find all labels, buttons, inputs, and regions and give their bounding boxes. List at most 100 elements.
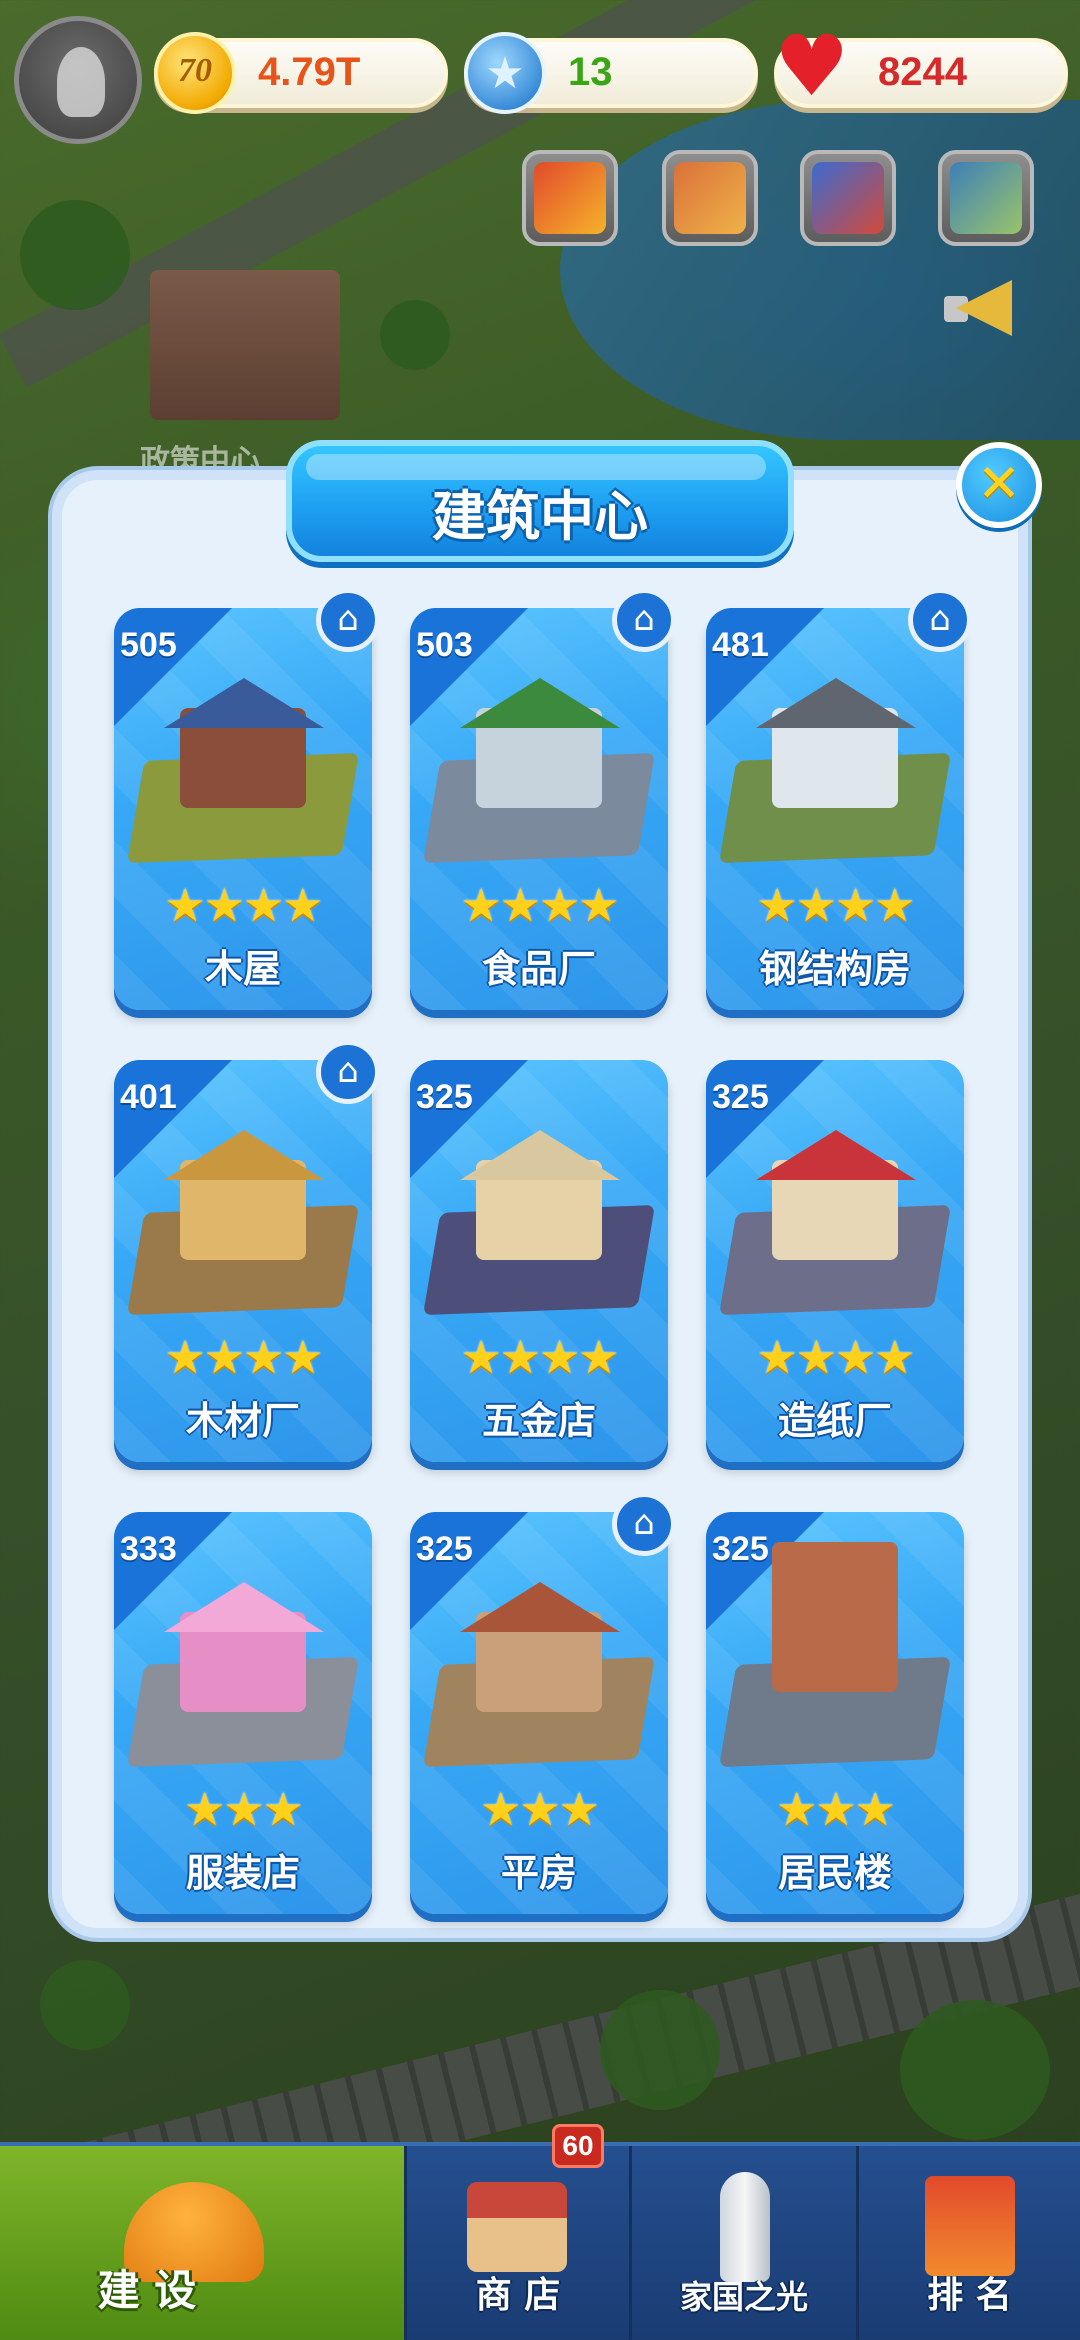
megaphone-button[interactable] [936, 258, 1036, 358]
handshake-icon [674, 162, 746, 234]
coin-counter: 70 4.79T [154, 32, 448, 114]
art-roof [164, 1582, 324, 1632]
star-rating: ★★★★ [164, 878, 324, 932]
megaphone-horn [956, 280, 1012, 336]
building-level: 481 [712, 626, 769, 664]
map-tree [40, 1960, 130, 2050]
art-roof [460, 678, 620, 728]
tab-national-glory[interactable]: 家国之光 [632, 2146, 856, 2340]
building-card-lumber-mill[interactable]: 401 ⌂ ★★★★ 木材厂 [114, 1040, 380, 1462]
star-rating: ★★★★ [756, 878, 916, 932]
tab-build-label: 建 设 [97, 2266, 197, 2315]
building-card-wooden-house[interactable]: 505 ⌂ ★★★★ 木屋 [114, 588, 380, 1010]
building-card-hardware-store[interactable]: 325 ★★★★ 五金店 [410, 1060, 668, 1462]
star-rating: ★★★ [480, 1782, 600, 1836]
tab-build[interactable]: 建 设 [0, 2146, 404, 2340]
coin-icon: 70 [154, 32, 236, 114]
star-rating: ★★★★ [756, 1330, 916, 1384]
building-card-apartment[interactable]: 325 ★★★ 居民楼 [706, 1512, 964, 1914]
player-avatar[interactable] [14, 16, 142, 144]
art-roof [756, 1130, 916, 1180]
building-name: 木材厂 [185, 1399, 300, 1443]
map-tree [600, 1990, 720, 2110]
building-level: 401 [120, 1078, 177, 1116]
building-name: 木屋 [204, 947, 281, 991]
steel-house-image [716, 678, 954, 863]
bridge-event-button[interactable] [800, 150, 896, 246]
star-gem-icon: ★ [464, 32, 546, 114]
art-roof [164, 1130, 324, 1180]
heart-value: 8244 [878, 50, 967, 94]
tab-national-glory-label: 家国之光 [679, 2278, 808, 2316]
paper-mill-image [716, 1130, 954, 1315]
building-level: 325 [416, 1530, 473, 1568]
worker-event-button[interactable] [938, 150, 1034, 246]
wooden-house-image [124, 678, 362, 863]
bridge-icon [812, 162, 884, 234]
home-icon: ⌂ [316, 1040, 380, 1104]
building-card-paper-mill[interactable]: 325 ★★★★ 造纸厂 [706, 1060, 964, 1462]
tab-rank[interactable]: 排 名 [859, 2146, 1080, 2340]
event-70-icon [534, 162, 606, 234]
star-rating: ★★★★ [164, 1330, 324, 1384]
avatar-figure [57, 47, 105, 117]
building-level: 333 [120, 1530, 177, 1568]
tab-shop[interactable]: 商 店 [407, 2146, 629, 2340]
coin-value: 4.79T [258, 50, 361, 94]
building-level: 325 [712, 1530, 769, 1568]
building-name: 五金店 [481, 1399, 596, 1443]
star-rating: ★★★★ [460, 1330, 620, 1384]
star-rating: ★★★ [184, 1782, 304, 1836]
event-70-button[interactable] [522, 150, 618, 246]
home-icon: ⌂ [908, 588, 972, 652]
bungalow-image [420, 1582, 658, 1767]
building-level: 505 [120, 626, 177, 664]
heart-counter: ♥ 8244 [774, 24, 1068, 108]
building-card-bungalow[interactable]: 325 ⌂ ★★★ 平房 [410, 1492, 676, 1914]
art-roof [756, 678, 916, 728]
star-rating: ★★★ [776, 1782, 896, 1836]
building-level: 503 [416, 626, 473, 664]
rocket-icon [720, 2172, 770, 2282]
dialog-title-banner: 建筑中心 [286, 440, 794, 562]
art-roof [460, 1582, 620, 1632]
shop-icon [467, 2182, 567, 2272]
home-icon: ⌂ [612, 1492, 676, 1556]
home-icon: ⌂ [612, 588, 676, 652]
map-tree [900, 2000, 1050, 2140]
building-card-steel-house[interactable]: 481 ⌂ ★★★★ 钢结构房 [706, 588, 972, 1010]
building-level: 325 [712, 1078, 769, 1116]
hardware-store-image [420, 1130, 658, 1315]
building-card-food-factory[interactable]: 503 ⌂ ★★★★ 食品厂 [410, 588, 676, 1010]
map-tree [20, 200, 130, 310]
gem-value: 13 [568, 50, 613, 94]
building-card-clothing-store[interactable]: 333 ★★★ 服装店 [114, 1512, 372, 1914]
shop-badge: 60 [552, 2124, 604, 2168]
building-name: 造纸厂 [777, 1399, 892, 1443]
building-name: 钢结构房 [758, 947, 911, 991]
tab-shop-label: 商 店 [475, 2275, 561, 2316]
art-building [772, 1542, 898, 1692]
building-name: 服装店 [185, 1851, 300, 1895]
close-button[interactable]: ✕ [956, 442, 1042, 528]
ranking-podium-icon [925, 2176, 1015, 2276]
worker-icon [950, 162, 1022, 234]
coin-icon-text: 70 [178, 52, 212, 89]
building-name: 平房 [500, 1851, 577, 1895]
bottom-nav: 建 设 商 店 家国之光 排 名 [0, 2142, 1080, 2340]
heart-icon: ♥ [774, 17, 850, 115]
close-x-icon: ✕ [977, 454, 1021, 514]
food-factory-image [420, 678, 658, 863]
apartment-image [716, 1542, 954, 1767]
dialog-title: 建筑中心 [432, 485, 648, 548]
tab-rank-label: 排 名 [927, 2275, 1012, 2316]
home-icon: ⌂ [316, 588, 380, 652]
building-name: 食品厂 [481, 947, 596, 991]
map-tree [380, 300, 450, 370]
policy-center-building[interactable] [150, 270, 340, 420]
gem-counter: ★ 13 [464, 32, 758, 114]
handshake-button[interactable] [662, 150, 758, 246]
lumber-mill-image [124, 1130, 362, 1315]
art-roof [460, 1130, 620, 1180]
star-rating: ★★★★ [460, 878, 620, 932]
